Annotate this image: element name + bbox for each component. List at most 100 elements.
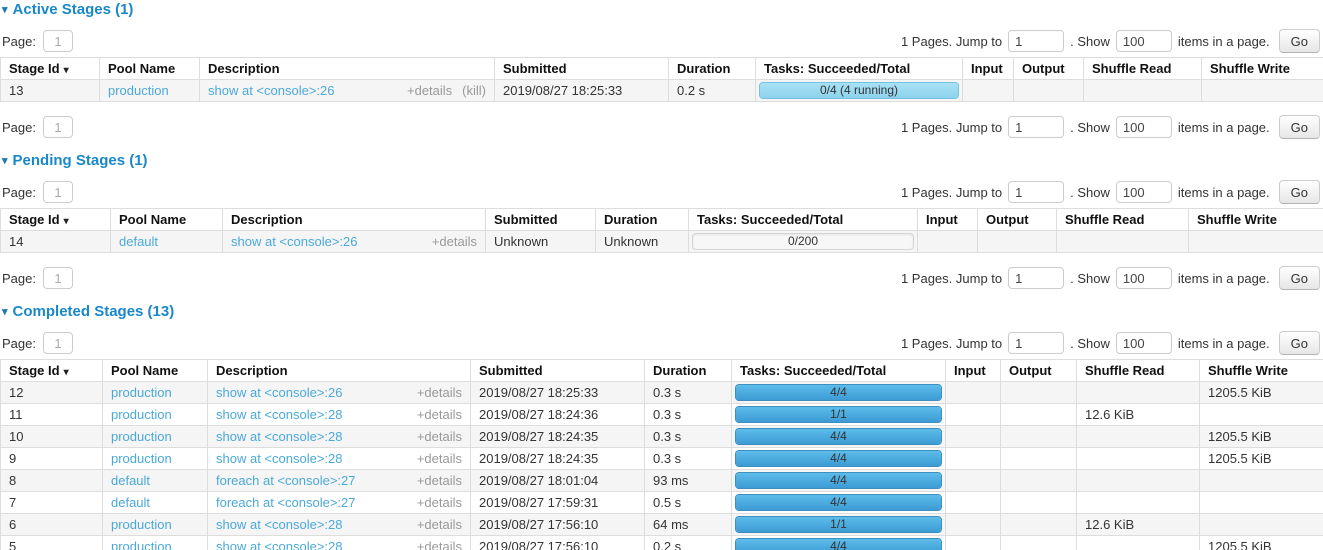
- details-toggle[interactable]: +details: [417, 451, 462, 466]
- stage-description-link[interactable]: foreach at <console>:27: [216, 495, 356, 510]
- column-header-8[interactable]: Shuffle Read: [1057, 209, 1189, 231]
- pool-name-link[interactable]: default: [119, 234, 158, 249]
- page-number-input[interactable]: [43, 267, 73, 289]
- column-header-7[interactable]: Output: [1001, 360, 1077, 382]
- jump-to-input[interactable]: [1008, 181, 1064, 203]
- details-toggle[interactable]: +details: [417, 517, 462, 532]
- go-button[interactable]: Go: [1279, 180, 1320, 204]
- column-header-6[interactable]: Input: [963, 58, 1014, 80]
- jump-to-input[interactable]: [1008, 116, 1064, 138]
- details-toggle[interactable]: +details: [432, 234, 477, 249]
- column-header-7[interactable]: Output: [978, 209, 1057, 231]
- go-button[interactable]: Go: [1279, 29, 1320, 53]
- column-header-3[interactable]: Submitted: [471, 360, 645, 382]
- column-header-4[interactable]: Duration: [645, 360, 732, 382]
- pool-name-link[interactable]: default: [111, 495, 150, 510]
- show-count-input[interactable]: [1116, 30, 1172, 52]
- column-header-8[interactable]: Shuffle Read: [1077, 360, 1200, 382]
- pending-stages-header[interactable]: ▾ Pending Stages (1): [2, 152, 1323, 169]
- page-number-input[interactable]: [43, 30, 73, 52]
- pool-name-link[interactable]: production: [111, 517, 172, 532]
- page-number-input[interactable]: [43, 332, 73, 354]
- column-header-0[interactable]: Stage Id▾: [1, 209, 111, 231]
- column-header-6[interactable]: Input: [918, 209, 978, 231]
- column-header-3[interactable]: Submitted: [495, 58, 669, 80]
- stage-description-link[interactable]: show at <console>:28: [216, 407, 342, 422]
- shuffle-read-cell: [1077, 492, 1200, 514]
- stage-id-cell: 12: [1, 382, 103, 404]
- column-header-8[interactable]: Shuffle Read: [1084, 58, 1202, 80]
- column-header-9[interactable]: Shuffle Write: [1202, 58, 1323, 80]
- stage-description-link[interactable]: show at <console>:28: [216, 451, 342, 466]
- column-header-5[interactable]: Tasks: Succeeded/Total: [756, 58, 963, 80]
- column-header-4[interactable]: Duration: [669, 58, 756, 80]
- column-header-2[interactable]: Description: [200, 58, 495, 80]
- details-toggle[interactable]: +details: [417, 407, 462, 422]
- show-count-input[interactable]: [1116, 116, 1172, 138]
- details-toggle[interactable]: +details: [417, 495, 462, 510]
- header-row: Stage Id▾Pool NameDescriptionSubmittedDu…: [1, 58, 1323, 80]
- column-header-4[interactable]: Duration: [596, 209, 689, 231]
- description-cell: show at <console>:28 +details: [208, 426, 471, 448]
- jump-to-input[interactable]: [1008, 267, 1064, 289]
- details-toggle[interactable]: +details: [417, 539, 462, 550]
- column-header-3[interactable]: Submitted: [486, 209, 596, 231]
- pool-name-link[interactable]: production: [111, 385, 172, 400]
- jump-to-input[interactable]: [1008, 332, 1064, 354]
- table-row: 12 production show at <console>:26 +details…: [1, 382, 1323, 404]
- show-count-input[interactable]: [1116, 267, 1172, 289]
- duration-cell: 0.3 s: [645, 404, 732, 426]
- stage-description-link[interactable]: show at <console>:26: [231, 234, 357, 249]
- page-number-input[interactable]: [43, 116, 73, 138]
- pool-name-link[interactable]: default: [111, 473, 150, 488]
- go-button[interactable]: Go: [1279, 266, 1320, 290]
- input-cell: [946, 514, 1001, 536]
- go-button[interactable]: Go: [1279, 115, 1320, 139]
- column-header-6[interactable]: Input: [946, 360, 1001, 382]
- kill-link[interactable]: (kill): [462, 83, 486, 98]
- duration-cell: 93 ms: [645, 470, 732, 492]
- pool-name-link[interactable]: production: [108, 83, 169, 98]
- page-label: Page:: [2, 185, 36, 200]
- tasks-progress-bar: 1/1: [735, 516, 942, 533]
- show-count-input[interactable]: [1116, 181, 1172, 203]
- pool-name-link[interactable]: production: [111, 407, 172, 422]
- page-number-input[interactable]: [43, 181, 73, 203]
- go-button[interactable]: Go: [1279, 331, 1320, 355]
- pool-name-link[interactable]: production: [111, 429, 172, 444]
- stage-description-link[interactable]: show at <console>:28: [216, 517, 342, 532]
- details-toggle[interactable]: +details: [417, 429, 462, 444]
- column-header-0[interactable]: Stage Id▾: [1, 58, 100, 80]
- pagination-bar: Page:1 Pages. Jump to. Showitems in a pa…: [2, 180, 1320, 204]
- collapse-arrow-icon: ▾: [2, 154, 8, 167]
- column-header-0[interactable]: Stage Id▾: [1, 360, 103, 382]
- column-header-5[interactable]: Tasks: Succeeded/Total: [689, 209, 918, 231]
- column-header-1[interactable]: Pool Name: [100, 58, 200, 80]
- stage-description-link[interactable]: show at <console>:26: [216, 385, 342, 400]
- active-stages-header[interactable]: ▾ Active Stages (1): [2, 1, 1323, 18]
- details-toggle[interactable]: +details: [417, 473, 462, 488]
- details-toggle[interactable]: +details: [407, 83, 452, 98]
- column-header-2[interactable]: Description: [208, 360, 471, 382]
- pool-name-link[interactable]: production: [111, 451, 172, 466]
- column-header-1[interactable]: Pool Name: [111, 209, 223, 231]
- column-header-5[interactable]: Tasks: Succeeded/Total: [732, 360, 946, 382]
- input-cell: [963, 80, 1014, 102]
- column-header-9[interactable]: Shuffle Write: [1189, 209, 1323, 231]
- show-count-input[interactable]: [1116, 332, 1172, 354]
- column-header-7[interactable]: Output: [1014, 58, 1084, 80]
- details-toggle[interactable]: +details: [417, 385, 462, 400]
- pool-name-link[interactable]: production: [111, 539, 172, 550]
- column-header-2[interactable]: Description: [223, 209, 486, 231]
- table-row: 10productionshow at <console>:28+details…: [1, 426, 1323, 448]
- stage-description-link[interactable]: foreach at <console>:27: [216, 473, 356, 488]
- duration-cell: 0.2 s: [669, 80, 756, 102]
- stage-description-link[interactable]: show at <console>:28: [216, 429, 342, 444]
- jump-to-input[interactable]: [1008, 30, 1064, 52]
- completed-stages-header[interactable]: ▾ Completed Stages (13): [2, 303, 1323, 320]
- column-header-9[interactable]: Shuffle Write: [1200, 360, 1323, 382]
- pager-left-group: Page:: [2, 332, 73, 354]
- column-header-1[interactable]: Pool Name: [103, 360, 208, 382]
- stage-description-link[interactable]: show at <console>:28: [216, 539, 342, 550]
- stage-description-link[interactable]: show at <console>:26: [208, 83, 334, 98]
